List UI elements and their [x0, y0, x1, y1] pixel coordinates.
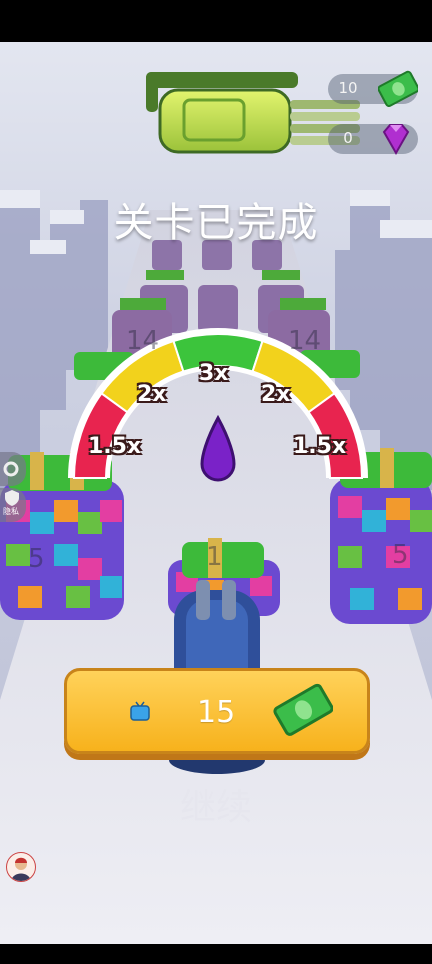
tower-value-back-left: 14: [126, 326, 160, 356]
cash-counter: 10: [328, 70, 418, 107]
settings-icon[interactable]: [0, 452, 26, 486]
tower-value-center: 1: [206, 542, 223, 572]
multiplier-label: 1.5x: [88, 434, 142, 459]
game-scene: 10 0 关卡已完成 14 14 5 5 1 1.5x 2x 3x 2x 1.5…: [0, 0, 432, 964]
multiplier-label: 2x: [137, 382, 167, 407]
level-complete-title: 关卡已完成: [113, 200, 319, 246]
gem-icon: [382, 124, 410, 156]
multiplier-label: 3x: [199, 361, 229, 386]
cash-bill-icon: [378, 70, 418, 107]
avatar[interactable]: [6, 852, 36, 882]
privacy-icon[interactable]: 隐私: [0, 488, 26, 522]
continue-button[interactable]: 继续: [0, 778, 432, 830]
gem-counter: 0: [328, 124, 418, 156]
multiplier-label: 2x: [261, 382, 291, 407]
status-bar: [0, 0, 432, 42]
multiplier-label: 1.5x: [293, 434, 347, 459]
tower-value-left: 5: [28, 544, 45, 574]
tower-value-back-right: 14: [288, 326, 322, 356]
tower-value-right: 5: [392, 540, 409, 570]
reward-button[interactable]: 15: [64, 668, 370, 754]
tv-ad-icon: [130, 701, 150, 721]
reward-amount: 15: [197, 695, 236, 730]
cash-bill-icon: [273, 683, 333, 736]
nav-bar: [0, 944, 432, 964]
gem-amount: 0: [343, 129, 353, 147]
cash-amount: 10: [338, 79, 358, 97]
privacy-label: 隐私: [3, 507, 19, 516]
